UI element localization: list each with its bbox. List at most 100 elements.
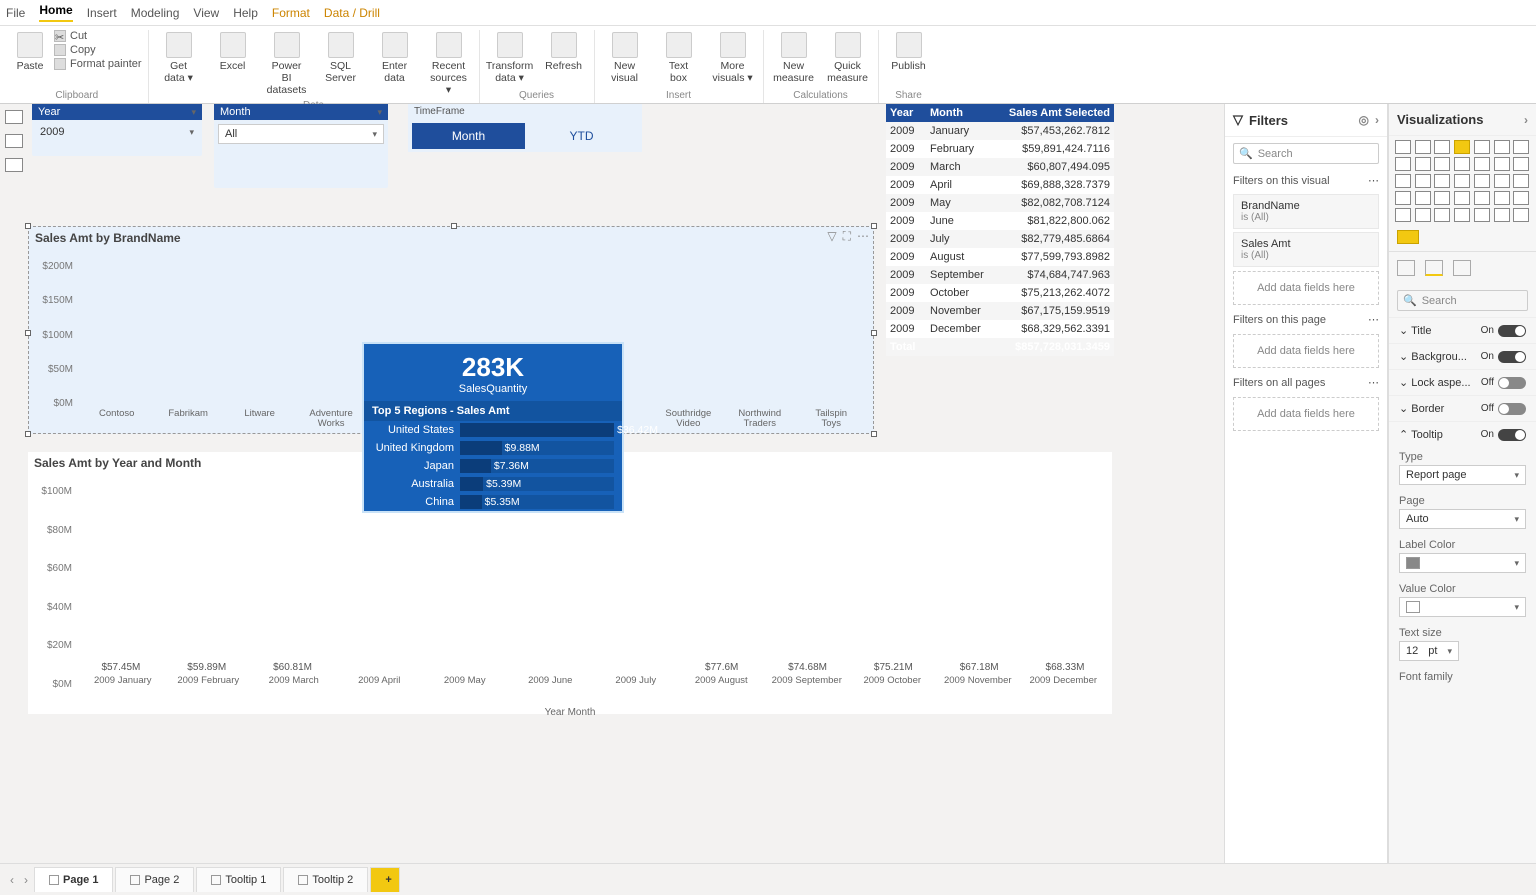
model-view-icon[interactable] [5, 158, 23, 172]
table-row[interactable]: 2009December$68,329,562.3391 [886, 320, 1114, 338]
page-tab[interactable]: Page 1 [34, 867, 113, 892]
table-row[interactable]: 2009September$74,684,747.963 [886, 266, 1114, 284]
fmt-labelcolor-select[interactable]: ▾ [1399, 553, 1526, 573]
data-view-icon[interactable] [5, 134, 23, 148]
ribbon-get-data-[interactable]: Getdata ▾ [155, 30, 203, 86]
ribbon-publish[interactable]: Publish [885, 30, 933, 74]
viz-type-icon[interactable] [1454, 140, 1470, 154]
fmt-textsize-input[interactable]: 12 pt▾ [1399, 641, 1459, 661]
chevron-down-icon[interactable]: ▾ [189, 127, 194, 138]
ribbon-text-box[interactable]: Textbox [655, 30, 703, 86]
col-month[interactable]: Month [926, 104, 1000, 122]
table-row[interactable]: 2009August$77,599,793.8982 [886, 248, 1114, 266]
viz-type-icon[interactable] [1395, 140, 1411, 154]
filter-drop-visual[interactable]: Add data fields here [1233, 271, 1379, 305]
viz-type-icon[interactable] [1494, 140, 1510, 154]
table-row[interactable]: 2009November$67,175,159.9519 [886, 302, 1114, 320]
viz-type-icon[interactable] [1513, 174, 1529, 188]
format-tooltip[interactable]: ⌃ TooltipOn [1389, 421, 1536, 447]
viz-type-icon[interactable] [1474, 157, 1490, 171]
table-row[interactable]: 2009February$59,891,424.7116 [886, 140, 1114, 158]
filter-drop-all[interactable]: Add data fields here [1233, 397, 1379, 431]
timeframe-month-button[interactable]: Month [412, 123, 525, 149]
viz-type-icon[interactable] [1474, 191, 1490, 205]
format-backgrou[interactable]: ⌄ Backgrou...On [1389, 343, 1536, 369]
focus-icon[interactable]: ⛶ [843, 229, 851, 244]
format-title[interactable]: ⌄ TitleOn [1389, 317, 1536, 343]
viz-type-icon[interactable] [1494, 174, 1510, 188]
menu-modeling[interactable]: Modeling [131, 6, 180, 20]
viz-type-icon[interactable] [1454, 174, 1470, 188]
menu-view[interactable]: View [193, 6, 219, 20]
slicer-month[interactable]: Month▾ All▾ [214, 104, 388, 188]
viz-type-icon[interactable] [1494, 157, 1510, 171]
copy-button[interactable]: Copy [54, 44, 142, 56]
filter-icon[interactable]: ▽ [827, 229, 836, 244]
col-sales[interactable]: Sales Amt Selected [1000, 104, 1114, 122]
filters-search[interactable]: 🔍Search [1233, 143, 1379, 164]
viz-type-icon[interactable] [1434, 157, 1450, 171]
fmt-page-select[interactable]: Auto▾ [1399, 509, 1526, 529]
more-icon[interactable]: ⋯ [1368, 174, 1379, 187]
menu-help[interactable]: Help [233, 6, 258, 20]
ribbon-new-measure[interactable]: Newmeasure [770, 30, 818, 86]
viz-type-icon[interactable] [1494, 191, 1510, 205]
ribbon-transform-data-[interactable]: Transformdata ▾ [486, 30, 534, 86]
viz-type-icon[interactable] [1454, 191, 1470, 205]
page-tab[interactable]: Page 2 [115, 867, 194, 892]
viz-type-icon[interactable] [1434, 140, 1450, 154]
slicer-year[interactable]: Year▾ 2009▾ [32, 104, 202, 156]
viz-type-icon[interactable] [1513, 191, 1529, 205]
viz-type-icon[interactable] [1474, 174, 1490, 188]
fmt-valuecolor-select[interactable]: ▾ [1399, 597, 1526, 617]
tab-next[interactable]: › [20, 873, 32, 887]
viz-type-icon[interactable] [1415, 208, 1431, 222]
format-lockaspe[interactable]: ⌄ Lock aspe...Off [1389, 369, 1536, 395]
table-row[interactable]: 2009April$69,888,328.7379 [886, 176, 1114, 194]
viz-type-icon[interactable] [1395, 157, 1411, 171]
viz-type-icon[interactable] [1415, 140, 1431, 154]
viz-type-icon[interactable] [1454, 208, 1470, 222]
menu-datadrill[interactable]: Data / Drill [324, 6, 380, 20]
ribbon-quick-measure[interactable]: Quickmeasure [824, 30, 872, 86]
ribbon-enter-data[interactable]: Enterdata [371, 30, 419, 86]
fields-tab-icon[interactable] [1397, 260, 1415, 276]
more-icon[interactable]: ⋯ [1368, 376, 1379, 389]
menu-file[interactable]: File [6, 6, 25, 20]
report-view-icon[interactable] [5, 110, 23, 124]
viz-type-icon[interactable] [1395, 191, 1411, 205]
viz-type-icon[interactable] [1415, 191, 1431, 205]
ribbon-excel[interactable]: Excel [209, 30, 257, 74]
analytics-tab-icon[interactable] [1453, 260, 1471, 276]
viz-search[interactable]: 🔍Search [1397, 290, 1528, 311]
viz-type-icon[interactable] [1434, 208, 1450, 222]
tab-prev[interactable]: ‹ [6, 873, 18, 887]
paste-button[interactable]: Paste [13, 30, 47, 74]
format-tab-icon[interactable] [1425, 260, 1443, 276]
menu-format[interactable]: Format [272, 6, 310, 20]
viz-type-icon[interactable] [1513, 157, 1529, 171]
viz-type-icon[interactable] [1494, 208, 1510, 222]
filter-card-brandname[interactable]: BrandNameis (All) [1233, 194, 1379, 229]
timeframe-ytd-button[interactable]: YTD [525, 123, 638, 149]
viz-type-icon[interactable] [1513, 140, 1529, 154]
table-row[interactable]: 2009May$82,082,708.7124 [886, 194, 1114, 212]
fmt-type-select[interactable]: Report page▾ [1399, 465, 1526, 485]
sales-table[interactable]: Year Month Sales Amt Selected 2009Januar… [886, 104, 1114, 356]
ribbon-refresh[interactable]: Refresh [540, 30, 588, 74]
format-painter-button[interactable]: Format painter [54, 58, 142, 70]
viz-type-icon[interactable] [1454, 157, 1470, 171]
format-border[interactable]: ⌄ BorderOff [1389, 395, 1536, 421]
menu-insert[interactable]: Insert [87, 6, 117, 20]
slicer-year-value[interactable]: 2009 [40, 126, 64, 138]
table-row[interactable]: 2009June$81,822,800.062 [886, 212, 1114, 230]
table-row[interactable]: 2009October$75,213,262.4072 [886, 284, 1114, 302]
viz-type-icon[interactable] [1415, 174, 1431, 188]
page-tab[interactable]: Tooltip 1 [196, 867, 281, 892]
chevron-down-icon[interactable]: ▾ [191, 107, 196, 118]
color-chip[interactable] [1397, 230, 1419, 244]
ribbon-new-visual[interactable]: Newvisual [601, 30, 649, 86]
viz-type-icon[interactable] [1395, 208, 1411, 222]
col-year[interactable]: Year [886, 104, 926, 122]
filter-card-salesamt[interactable]: Sales Amtis (All) [1233, 232, 1379, 267]
